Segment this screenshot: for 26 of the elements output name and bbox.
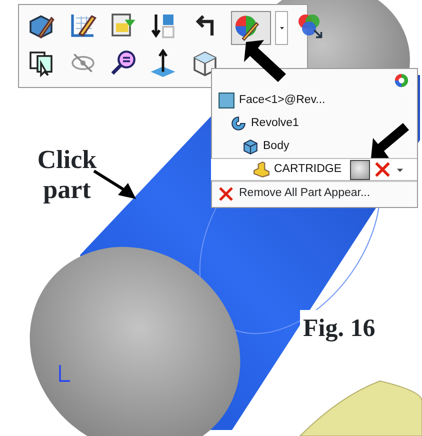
color-wheel-icon	[394, 73, 409, 88]
clipboard-icon[interactable]	[109, 11, 137, 39]
remove-appearances-item[interactable]: Remove All Part Appear...	[212, 181, 417, 205]
caret-icon	[278, 24, 286, 32]
sphere-swatch[interactable]	[350, 160, 370, 180]
callout-label: Click part	[36, 145, 98, 205]
tree-row[interactable]: Body	[212, 135, 417, 158]
part-name[interactable]: CARTRIDGE	[274, 160, 342, 178]
square-face-icon	[218, 92, 235, 109]
pointer-arrow	[244, 40, 288, 84]
delete-icon	[218, 186, 234, 202]
delete-icon[interactable]	[374, 161, 391, 178]
magnifier-icon[interactable]	[109, 49, 137, 77]
tree-row[interactable]: CARTRIDGE	[211, 158, 417, 181]
select-windows-icon[interactable]	[27, 49, 55, 77]
tree-item[interactable]: Face<1>@Rev...	[239, 92, 326, 110]
revolve-icon	[230, 115, 247, 132]
appearance-button[interactable]	[231, 11, 271, 45]
normal-arrow-icon[interactable]	[149, 49, 177, 77]
pointer-arrow	[371, 122, 411, 158]
tree-item[interactable]: Revolve1	[251, 114, 299, 132]
cube-icon	[242, 138, 259, 155]
part-blocks-icon	[253, 161, 270, 178]
tree-row[interactable]: Revolve1	[212, 112, 417, 135]
tree-row[interactable]: Face<1>@Rev...	[212, 89, 417, 112]
tree-item[interactable]: Body	[263, 138, 290, 156]
